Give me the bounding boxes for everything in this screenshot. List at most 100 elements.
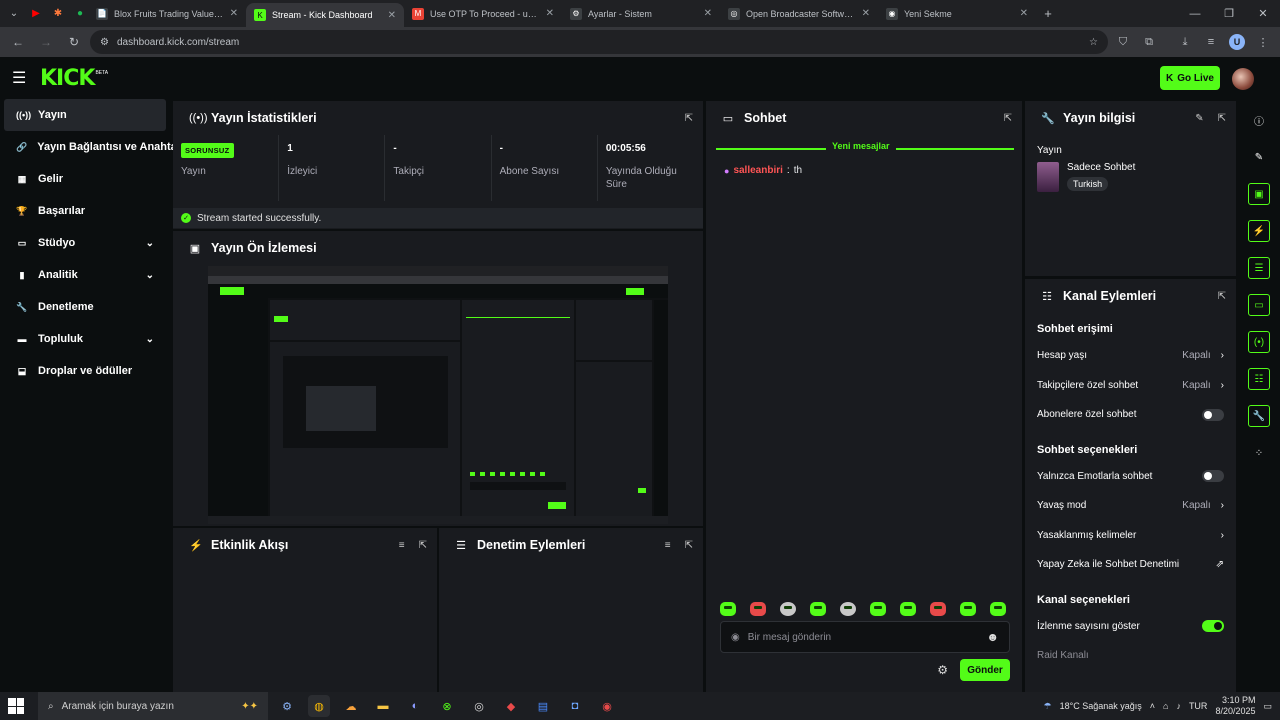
wrench-widget-icon[interactable]: 🔧 bbox=[1248, 405, 1270, 427]
extension-tab-icon[interactable]: ✱ bbox=[50, 6, 66, 22]
pencil-icon[interactable]: ✎ bbox=[1248, 146, 1270, 168]
emote-icon[interactable] bbox=[960, 602, 976, 616]
back-button[interactable]: ← bbox=[6, 30, 30, 54]
browser-menu-icon[interactable]: ⋮ bbox=[1252, 31, 1274, 53]
app-roblox-icon[interactable]: ◘ bbox=[564, 695, 586, 717]
sidebar-item-analytics[interactable]: ▮ Analitik ⌄ bbox=[0, 259, 170, 291]
bookmark-star-icon[interactable]: ☆ bbox=[1089, 37, 1098, 48]
notification-icon[interactable]: ▭ bbox=[1263, 701, 1272, 712]
sidebar-item-studio[interactable]: ▭ Stüdyo ⌄ bbox=[0, 227, 170, 259]
reload-button[interactable]: ↻ bbox=[62, 30, 86, 54]
spotify-tab-icon[interactable]: ● bbox=[72, 6, 88, 22]
filter-icon[interactable]: ≡ bbox=[399, 540, 405, 551]
clock[interactable]: 3:10 PM 8/20/2025 bbox=[1215, 695, 1255, 717]
chat-username[interactable]: salleanbiri bbox=[733, 165, 782, 176]
language-indicator[interactable]: TUR bbox=[1189, 701, 1208, 711]
slow-mode-setting[interactable]: Yavaş mod Kapalı › bbox=[1025, 491, 1236, 521]
channel-widget-icon[interactable]: ☷ bbox=[1248, 368, 1270, 390]
browser-tab[interactable]: ⚙ Ayarlar - Sistem ✕ bbox=[562, 0, 720, 27]
minimize-button[interactable]: — bbox=[1178, 0, 1212, 27]
browser-tab[interactable]: M Use OTP To Proceed - umut31@ ✕ bbox=[404, 0, 562, 27]
browser-tab[interactable]: K Stream - Kick Dashboard ✕ bbox=[246, 3, 404, 27]
sidebar-item-achievements[interactable]: 🏆 Başarılar bbox=[0, 195, 170, 227]
add-widget-icon[interactable]: ⁘ bbox=[1248, 442, 1270, 464]
go-live-button[interactable]: K Go Live bbox=[1160, 66, 1220, 90]
app-record-icon[interactable]: ◉ bbox=[596, 695, 618, 717]
close-window-button[interactable]: ✕ bbox=[1246, 0, 1280, 27]
download-icon[interactable]: ⤓ bbox=[1174, 31, 1196, 53]
obs-app-icon[interactable]: ◎ bbox=[468, 695, 490, 717]
emote-icon[interactable] bbox=[870, 602, 886, 616]
tab-search-icon[interactable]: ⌄ bbox=[6, 6, 22, 22]
emote-icon[interactable] bbox=[900, 602, 916, 616]
browser-tab[interactable]: 📄 Blox Fruits Trading Value List | B ✕ bbox=[88, 0, 246, 27]
emote-icon[interactable] bbox=[930, 602, 946, 616]
sidebar-item-revenue[interactable]: ▦ Gelir bbox=[0, 163, 170, 195]
sidebar-item-moderation[interactable]: 🔧 Denetleme bbox=[0, 291, 170, 323]
account-age-setting[interactable]: Hesap yaşı Kapalı › bbox=[1025, 341, 1236, 371]
activity-widget-icon[interactable]: ⚡ bbox=[1248, 220, 1270, 242]
list-widget-icon[interactable]: ☰ bbox=[1248, 257, 1270, 279]
address-bar[interactable]: ⚙ dashboard.kick.com/stream ☆ bbox=[90, 30, 1108, 54]
extensions-icon[interactable]: ⧉ bbox=[1138, 31, 1160, 53]
site-info-icon[interactable]: ⚙ bbox=[100, 37, 109, 48]
app-blue-icon[interactable]: ▤ bbox=[532, 695, 554, 717]
hamburger-menu-icon[interactable]: ☰ bbox=[12, 68, 30, 88]
maximize-button[interactable]: ❐ bbox=[1212, 0, 1246, 27]
chat-widget-icon[interactable]: ▭ bbox=[1248, 294, 1270, 316]
ai-moderation-setting[interactable]: Yapay Zeka ile Sohbet Denetimi ⇗ bbox=[1025, 550, 1236, 580]
info-icon[interactable]: ⓘ bbox=[1248, 109, 1270, 131]
network-icon[interactable]: ⌂ bbox=[1163, 701, 1168, 711]
profile-button[interactable]: U bbox=[1226, 31, 1248, 53]
emote-icon[interactable] bbox=[810, 602, 826, 616]
weather-text[interactable]: 18°C Sağanak yağış bbox=[1060, 701, 1142, 711]
chat-settings-icon[interactable]: ⚙ bbox=[937, 663, 948, 677]
user-avatar[interactable] bbox=[1232, 68, 1254, 90]
tray-chevron-icon[interactable]: ˄ bbox=[1150, 701, 1155, 711]
close-tab-icon[interactable]: ✕ bbox=[704, 8, 712, 19]
media-icon[interactable]: ≡ bbox=[1200, 31, 1222, 53]
new-tab-button[interactable]: + bbox=[1036, 0, 1060, 27]
app-red-icon[interactable]: ◆ bbox=[500, 695, 522, 717]
taskbar-search[interactable]: ⌕ Aramak için buraya yazın ✦✦ bbox=[38, 692, 268, 720]
emote-only-toggle[interactable] bbox=[1202, 470, 1224, 483]
banned-words-setting[interactable]: Yasaklanmış kelimeler › bbox=[1025, 521, 1236, 551]
popout-icon[interactable]: ⇱ bbox=[685, 113, 693, 124]
broadcast-widget-icon[interactable]: (•) bbox=[1248, 331, 1270, 353]
close-tab-icon[interactable]: ✕ bbox=[230, 8, 238, 19]
emote-icon[interactable] bbox=[840, 602, 856, 616]
show-viewcount-toggle[interactable] bbox=[1202, 620, 1224, 633]
popout-icon[interactable]: ⇱ bbox=[419, 540, 427, 551]
popout-icon[interactable]: ⇱ bbox=[1218, 113, 1226, 124]
preview-widget-icon[interactable]: ▣ bbox=[1248, 183, 1270, 205]
forward-button[interactable]: → bbox=[34, 30, 58, 54]
kick-logo[interactable]: KICK BETA bbox=[40, 66, 108, 91]
send-button[interactable]: Gönder bbox=[960, 659, 1010, 681]
edit-icon[interactable]: ✎ bbox=[1195, 113, 1203, 124]
cloud-app-icon[interactable]: ☁ bbox=[340, 695, 362, 717]
close-tab-icon[interactable]: ✕ bbox=[546, 8, 554, 19]
sidebar-item-stream-key[interactable]: 🔗 Yayın Bağlantısı ve Anahtarı bbox=[0, 131, 184, 163]
sidebar-item-community[interactable]: ▬ Topluluk ⌄ bbox=[0, 323, 170, 355]
youtube-tab-icon[interactable]: ▶ bbox=[28, 6, 44, 22]
shield-extension-icon[interactable]: ⛉ bbox=[1112, 31, 1134, 53]
popout-icon[interactable]: ⇱ bbox=[685, 540, 693, 551]
popout-icon[interactable]: ⇱ bbox=[1218, 291, 1226, 302]
browser-tab[interactable]: ◎ Open Broadcaster Software | OB ✕ bbox=[720, 0, 878, 27]
emoji-icon[interactable]: ☻ bbox=[986, 630, 999, 644]
chat-badge-icon[interactable]: ◉ bbox=[731, 632, 740, 643]
xbox-app-icon[interactable]: ⊗ bbox=[436, 695, 458, 717]
filter-icon[interactable]: ≡ bbox=[665, 540, 671, 551]
file-explorer-icon[interactable]: ▬ bbox=[372, 695, 394, 717]
close-tab-icon[interactable]: ✕ bbox=[1020, 8, 1028, 19]
chat-input[interactable]: ◉ Bir mesaj gönderin ☻ bbox=[720, 621, 1010, 653]
sidebar-item-stream[interactable]: ((•)) Yayın bbox=[4, 99, 166, 131]
browser-tab[interactable]: ◉ Yeni Sekme ✕ bbox=[878, 0, 1036, 27]
close-tab-icon[interactable]: ✕ bbox=[388, 10, 396, 21]
emote-icon[interactable] bbox=[780, 602, 796, 616]
raid-channel-setting[interactable]: Raid Kanalı bbox=[1025, 641, 1236, 671]
emote-icon[interactable] bbox=[990, 602, 1006, 616]
close-tab-icon[interactable]: ✕ bbox=[862, 8, 870, 19]
emote-icon[interactable] bbox=[720, 602, 736, 616]
volume-icon[interactable]: ♪ bbox=[1176, 701, 1181, 711]
